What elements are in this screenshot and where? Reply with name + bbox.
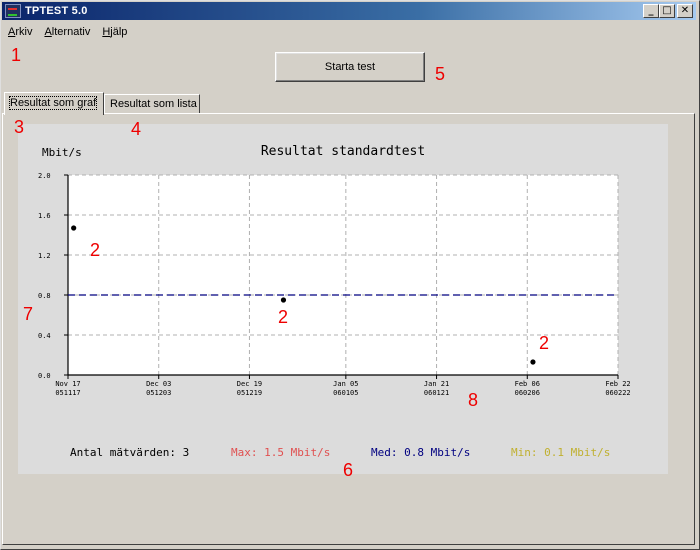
title-bar[interactable]: TPTEST 5.0 _ □ ✕ xyxy=(2,2,696,20)
app-icon xyxy=(5,4,21,18)
annotation-4: 4 xyxy=(131,119,142,139)
close-button[interactable]: ✕ xyxy=(677,4,693,18)
y-tick-label: 0.8 xyxy=(38,292,51,300)
annotation-1: 1 xyxy=(11,45,22,65)
y-tick-label: 0.4 xyxy=(38,332,51,340)
annotation-6: 6 xyxy=(343,460,354,480)
annotation-3: 3 xyxy=(14,117,25,137)
x-tick-sublabel: 060206 xyxy=(515,389,540,397)
x-tick-label: Jan 21 xyxy=(424,380,449,388)
x-tick-sublabel: 051117 xyxy=(55,389,80,397)
x-tick-sublabel: 051219 xyxy=(237,389,262,397)
annotation-2a: 2 xyxy=(90,240,101,260)
menu-hjalp[interactable]: Hjälp xyxy=(96,26,133,38)
result-chart: Mbit/s Resultat standardtest 2.0 1.6 1.2 0.… xyxy=(38,144,631,459)
y-tick-label: 1.6 xyxy=(38,212,51,220)
chart-title: Resultat standardtest xyxy=(261,144,425,159)
x-tick-label: Feb 22 xyxy=(605,380,630,388)
maximize-button[interactable]: □ xyxy=(659,4,675,18)
annotation-2b: 2 xyxy=(278,307,289,327)
y-tick-label: 1.2 xyxy=(38,252,51,260)
x-tick-label: Nov 17 xyxy=(55,380,80,388)
menu-bar: Arkiv Alternativ Hjälp xyxy=(2,22,133,41)
footer-min: Min: 0.1 Mbit/s xyxy=(511,446,610,459)
x-tick-label: Dec 19 xyxy=(237,380,262,388)
x-tick-sublabel: 060222 xyxy=(605,389,630,397)
tab-result-graph-label: Resultat som graf xyxy=(8,96,98,110)
plot-background xyxy=(68,175,618,375)
data-point xyxy=(530,359,536,365)
data-point xyxy=(280,297,287,303)
annotation-5: 5 xyxy=(435,64,446,84)
x-tick-label: Jan 05 xyxy=(333,380,358,388)
tab-result-list-label: Resultat som lista xyxy=(110,98,197,110)
annotation-8: 8 xyxy=(468,390,479,410)
menu-alternativ[interactable]: Alternativ xyxy=(38,26,96,38)
start-test-button[interactable]: Starta test xyxy=(275,52,425,82)
x-tick-sublabel: 060105 xyxy=(333,389,358,397)
menu-arkiv[interactable]: Arkiv xyxy=(2,26,38,38)
footer-max: Max: 1.5 Mbit/s xyxy=(231,446,330,459)
footer-med: Med: 0.8 Mbit/s xyxy=(371,446,470,459)
window-title: TPTEST 5.0 xyxy=(25,5,88,17)
tab-result-list[interactable]: Resultat som lista xyxy=(104,94,200,113)
y-tick-label: 0.0 xyxy=(38,372,51,380)
y-tick-label: 2.0 xyxy=(38,172,51,180)
x-tick-label: Dec 03 xyxy=(146,380,171,388)
annotation-7: 7 xyxy=(23,304,34,324)
x-tick-sublabel: 051203 xyxy=(146,389,171,397)
minimize-button[interactable]: _ xyxy=(643,4,659,18)
annotation-2c: 2 xyxy=(539,333,550,353)
x-tick-label: Feb 06 xyxy=(515,380,540,388)
y-axis-label: Mbit/s xyxy=(42,146,82,159)
data-point xyxy=(71,225,77,231)
tab-result-graph[interactable]: Resultat som graf xyxy=(4,92,104,115)
chart-area: Mbit/s Resultat standardtest 2.0 1.6 1.2 0.… xyxy=(18,124,668,474)
footer-count: Antal mätvärden: 3 xyxy=(70,446,189,459)
x-tick-sublabel: 060121 xyxy=(424,389,449,397)
